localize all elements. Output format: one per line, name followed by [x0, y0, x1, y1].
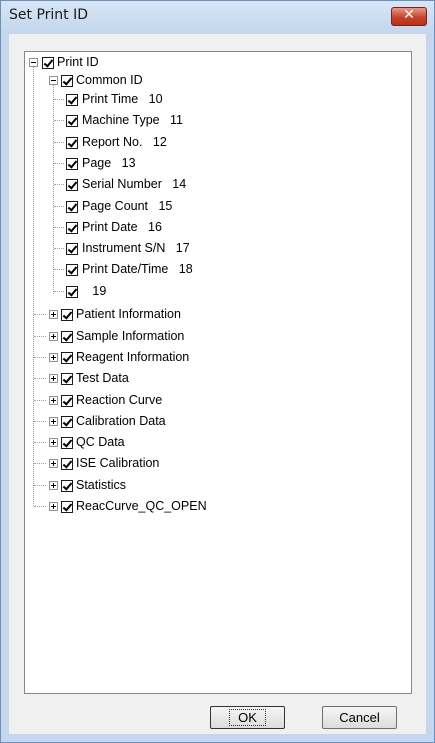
- tree-connector-line: [54, 184, 64, 185]
- tree-item-label: Test Data: [76, 371, 129, 385]
- tree-connector-line: [34, 463, 46, 464]
- tree-connector-line: [34, 485, 46, 486]
- collapse-icon[interactable]: [29, 58, 38, 67]
- ok-button[interactable]: OK: [210, 706, 285, 729]
- tree-connector-line: [54, 163, 64, 164]
- tree-connector-line: [54, 291, 64, 292]
- expand-icon[interactable]: [49, 310, 58, 319]
- checkbox-checked-icon[interactable]: [61, 373, 73, 385]
- dialog-client-area: Print ID Common ID Print Time 10 Machine …: [9, 34, 426, 734]
- cancel-button-label: Cancel: [339, 710, 380, 725]
- checkbox-checked-icon[interactable]: [61, 480, 73, 492]
- checkbox-checked-icon[interactable]: [61, 331, 73, 343]
- expand-icon[interactable]: [49, 438, 58, 447]
- tree-item-label: Print Date 16: [82, 220, 162, 234]
- tree-connector-line: [53, 85, 54, 294]
- tree-item-label: Page Count 15: [82, 199, 173, 213]
- close-button[interactable]: ✕: [391, 7, 427, 26]
- tree-item-label: Print Date/Time 18: [82, 262, 193, 276]
- checkbox-checked-icon[interactable]: [61, 395, 73, 407]
- checkbox-checked-icon[interactable]: [66, 201, 78, 213]
- expand-icon[interactable]: [49, 459, 58, 468]
- tree-item-label: Machine Type 11: [82, 113, 183, 127]
- tree-item-label: Report No. 12: [82, 135, 167, 149]
- tree-connector-line: [54, 206, 64, 207]
- collapse-icon[interactable]: [49, 76, 58, 85]
- expand-icon[interactable]: [49, 332, 58, 341]
- checkbox-checked-icon[interactable]: [66, 264, 78, 276]
- checkbox-checked-icon[interactable]: [66, 243, 78, 255]
- tree-root-label: Print ID: [57, 55, 99, 69]
- tree-item-label: QC Data: [76, 435, 125, 449]
- checkbox-checked-icon[interactable]: [61, 309, 73, 321]
- expand-icon[interactable]: [49, 481, 58, 490]
- checkbox-checked-icon[interactable]: [66, 115, 78, 127]
- expand-icon[interactable]: [49, 417, 58, 426]
- expand-icon[interactable]: [49, 396, 58, 405]
- checkbox-checked-icon[interactable]: [66, 94, 78, 106]
- ok-button-label: OK: [229, 709, 266, 726]
- dialog-window: Set Print ID ✕ Print ID Common ID Print …: [0, 0, 435, 743]
- checkbox-checked-icon[interactable]: [61, 437, 73, 449]
- expand-icon[interactable]: [49, 502, 58, 511]
- title-bar[interactable]: Set Print ID ✕: [1, 1, 434, 34]
- close-icon: ✕: [403, 7, 415, 23]
- tree-connector-line: [54, 142, 64, 143]
- checkbox-checked-icon[interactable]: [66, 158, 78, 170]
- tree-item-label: 19: [82, 284, 107, 298]
- tree-item-label: Page 13: [82, 156, 136, 170]
- print-id-tree[interactable]: Print ID Common ID Print Time 10 Machine …: [24, 51, 412, 694]
- checkbox-checked-icon[interactable]: [61, 352, 73, 364]
- tree-item-label: Serial Number 14: [82, 177, 187, 191]
- checkbox-checked-icon[interactable]: [66, 179, 78, 191]
- tree-item-label: Instrument S/N 17: [82, 241, 190, 255]
- tree-connector-line: [34, 314, 46, 315]
- checkbox-checked-icon[interactable]: [61, 75, 73, 87]
- expand-icon[interactable]: [49, 374, 58, 383]
- tree-item-label: Patient Information: [76, 307, 181, 321]
- tree-connector-line: [34, 442, 46, 443]
- checkbox-checked-icon[interactable]: [66, 286, 78, 298]
- tree-item-label: Print Time 10: [82, 92, 163, 106]
- tree-item-label: Reaction Curve: [76, 393, 163, 407]
- tree-connector-line: [54, 99, 64, 100]
- tree-connector-line: [34, 421, 46, 422]
- tree-connector-line: [34, 506, 46, 507]
- tree-connector-line: [54, 120, 64, 121]
- expand-icon[interactable]: [49, 353, 58, 362]
- checkbox-checked-icon[interactable]: [61, 501, 73, 513]
- checkbox-checked-icon[interactable]: [61, 416, 73, 428]
- checkbox-checked-icon[interactable]: [66, 137, 78, 149]
- cancel-button[interactable]: Cancel: [322, 706, 397, 729]
- tree-item-label: Reagent Information: [76, 350, 190, 364]
- tree-connector-line: [54, 227, 64, 228]
- checkbox-checked-icon[interactable]: [61, 458, 73, 470]
- tree-connector-line: [54, 248, 64, 249]
- tree-connector-line: [34, 336, 46, 337]
- tree-item-label: Sample Information: [76, 329, 185, 343]
- tree-item-label: ISE Calibration: [76, 456, 160, 470]
- tree-connector-line: [34, 357, 46, 358]
- checkbox-checked-icon[interactable]: [42, 57, 54, 69]
- tree-item-label: Common ID: [76, 73, 143, 87]
- tree-connector-line: [34, 378, 46, 379]
- checkbox-checked-icon[interactable]: [66, 222, 78, 234]
- tree-item-label: Calibration Data: [76, 414, 166, 428]
- tree-item-label: Statistics: [76, 478, 127, 492]
- tree-item-label: ReacCurve_QC_OPEN: [76, 499, 207, 513]
- tree-connector-line: [33, 67, 34, 506]
- tree-connector-line: [34, 400, 46, 401]
- tree-connector-line: [54, 269, 64, 270]
- window-title: Set Print ID: [9, 7, 89, 23]
